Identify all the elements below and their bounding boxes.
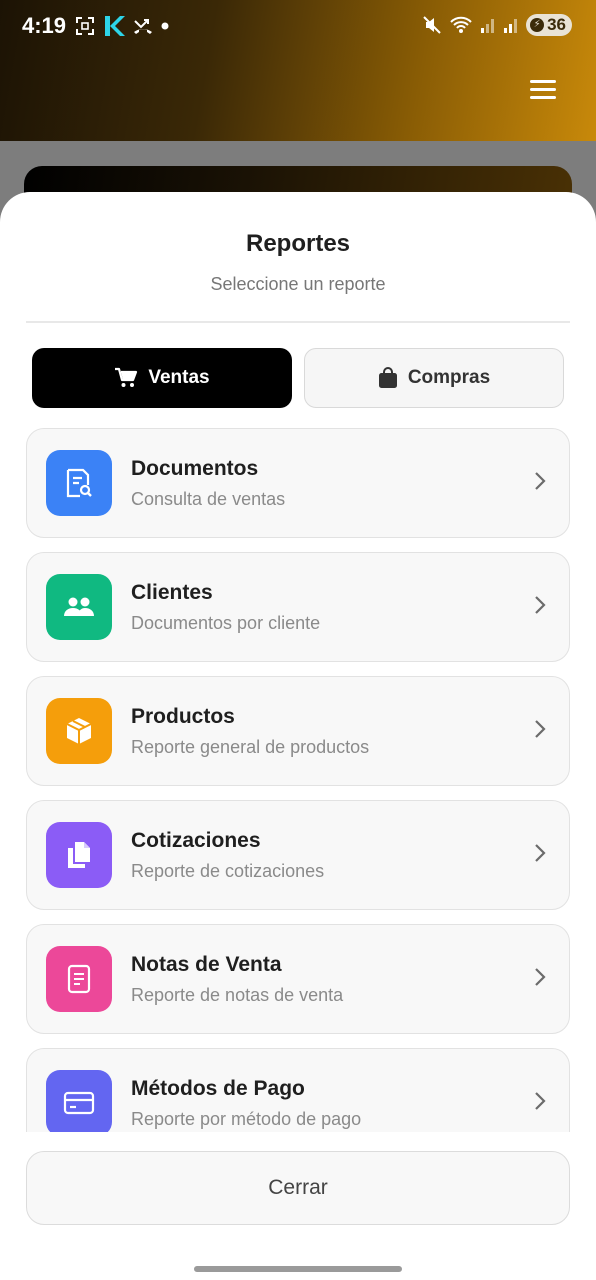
report-item-metodos-de-pago[interactable]: Métodos de Pago Reporte por método de pa… (26, 1048, 570, 1132)
chevron-right-icon (535, 968, 546, 986)
close-button[interactable]: Cerrar (26, 1151, 570, 1225)
chevron-right-icon (535, 1092, 546, 1110)
missed-call-icon (134, 19, 152, 34)
k-app-icon (105, 16, 125, 36)
report-subtitle: Reporte de notas de venta (131, 985, 344, 1005)
credit-card-icon (63, 1091, 95, 1115)
report-subtitle: Documentos por cliente (131, 613, 321, 633)
report-item-documentos[interactable]: Documentos Consulta de ventas (26, 428, 570, 538)
status-left-icons (74, 14, 170, 38)
menu-bar (530, 88, 556, 91)
status-bar: 4:19 ⚡ 36 (0, 0, 596, 52)
app-header: 4:19 ⚡ 36 (0, 0, 596, 141)
tab-ventas[interactable]: Ventas (32, 348, 292, 408)
chevron-right-icon (535, 844, 546, 862)
report-title: Productos (131, 705, 235, 728)
copy-icon (68, 842, 90, 868)
report-icon-tile (46, 698, 112, 764)
menu-bar (530, 96, 556, 99)
report-icon-tile (46, 822, 112, 888)
report-icon-tile (46, 1070, 112, 1132)
report-item-cotizaciones[interactable]: Cotizaciones Reporte de cotizaciones (26, 800, 570, 910)
cart-icon (115, 367, 138, 387)
box-icon (66, 718, 92, 744)
report-subtitle: Reporte de cotizaciones (131, 861, 325, 881)
battery-saver-icon: ⚡ (530, 18, 545, 32)
report-title: Notas de Venta (131, 953, 282, 976)
signal-1-icon (481, 19, 495, 33)
report-title: Documentos (131, 457, 259, 480)
mute-icon (423, 16, 441, 34)
users-icon (64, 597, 94, 616)
sheet-title: Reportes (245, 230, 351, 257)
battery-level: 36 (547, 15, 566, 34)
report-item-notas-de-venta[interactable]: Notas de Venta Reporte de notas de venta (26, 924, 570, 1034)
bag-icon (378, 367, 397, 388)
sheet-subtitle: Seleccione un reporte (210, 274, 386, 294)
chevron-right-icon (535, 596, 546, 614)
report-icon-tile (46, 450, 112, 516)
reports-bottom-sheet: Reportes Seleccione un reporte Ventas Co… (0, 192, 596, 1280)
document-search-icon (66, 468, 92, 498)
chevron-right-icon (535, 720, 546, 738)
report-subtitle: Consulta de ventas (131, 489, 286, 509)
home-indicator[interactable] (194, 1266, 402, 1272)
report-type-tabs: Ventas Compras (32, 348, 564, 408)
receipt-icon (67, 964, 91, 994)
battery-indicator: ⚡ 36 (526, 14, 572, 36)
report-subtitle: Reporte por método de pago (131, 1109, 362, 1129)
tab-compras[interactable]: Compras (304, 348, 564, 408)
tab-label: Ventas (148, 367, 210, 388)
wifi-icon (450, 16, 472, 33)
report-item-clientes[interactable]: Clientes Documentos por cliente (26, 552, 570, 662)
hamburger-menu-button[interactable] (530, 80, 560, 104)
signal-2-icon (504, 19, 518, 33)
report-title: Clientes (131, 581, 213, 604)
report-title: Cotizaciones (131, 829, 261, 852)
status-time: 4:19 (22, 13, 67, 38)
notification-dot-icon (161, 22, 169, 30)
chevron-right-icon (535, 472, 546, 490)
screen-capture-icon (76, 17, 94, 35)
reports-list[interactable]: Documentos Consulta de ventas Clientes D… (0, 428, 596, 1132)
report-title: Métodos de Pago (131, 1077, 305, 1100)
report-icon-tile (46, 946, 112, 1012)
status-right-icons: ⚡ 36 (422, 14, 572, 36)
report-icon-tile (46, 574, 112, 640)
menu-bar (530, 80, 556, 83)
tab-label: Compras (407, 367, 491, 388)
report-subtitle: Reporte general de productos (131, 737, 370, 757)
report-item-productos[interactable]: Productos Reporte general de productos (26, 676, 570, 786)
divider (26, 321, 570, 323)
